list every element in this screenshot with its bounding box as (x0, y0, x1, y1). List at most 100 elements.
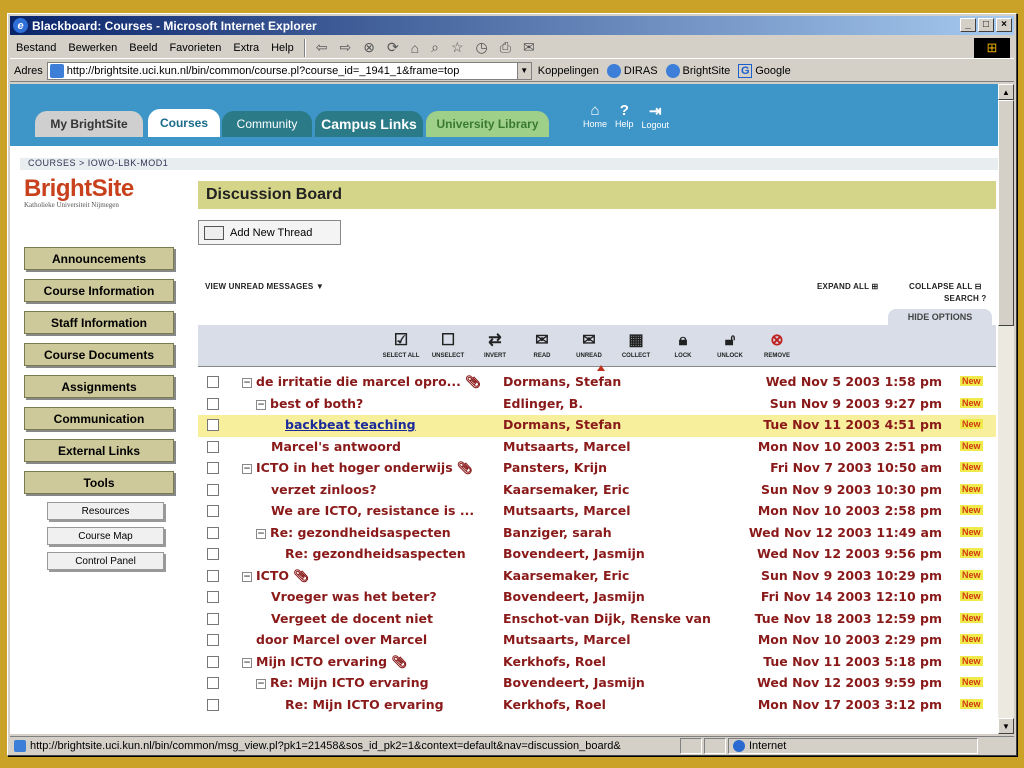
select-all-button[interactable]: ☑ SELECT ALL (381, 331, 421, 359)
row-checkbox[interactable] (207, 569, 219, 582)
scroll-up-icon[interactable]: ▲ (998, 84, 1014, 100)
menu-favorieten[interactable]: Favorieten (163, 42, 227, 54)
row-checkbox[interactable] (207, 483, 219, 496)
link-brightsite[interactable]: BrightSite (665, 63, 730, 78)
tool-control-panel[interactable]: Control Panel (47, 552, 164, 570)
close-button[interactable]: × (996, 18, 1012, 32)
nav-course-documents[interactable]: Course Documents (24, 343, 174, 366)
tab-courses[interactable]: Courses (148, 109, 220, 137)
collapse-all-link[interactable]: COLLAPSE ALL ⊟ (909, 282, 982, 291)
search-icon[interactable]: ⌕ (425, 39, 445, 56)
message-date: Tue Nov 18 2003 12:59 pm (754, 610, 942, 626)
nav-announcements[interactable]: Announcements (24, 247, 174, 270)
message-subject[interactable]: door Marcel over Marcel (256, 632, 427, 647)
history-icon[interactable]: ◷ (470, 39, 494, 56)
maximize-button[interactable]: □ (978, 18, 994, 32)
remove-icon: ⊗ (770, 332, 784, 349)
scroll-thumb[interactable] (998, 100, 1014, 326)
logout-link[interactable]: ⇥ Logout (642, 102, 670, 130)
brightsite-logo: BrightSite (24, 175, 134, 202)
message-subject[interactable]: verzet zinloos? (271, 482, 376, 497)
collapse-toggle-icon[interactable]: − (242, 378, 252, 388)
forward-icon[interactable]: ⇨ (333, 39, 357, 56)
view-unread-link[interactable]: VIEW UNREAD MESSAGES ▼ (205, 282, 324, 291)
row-checkbox[interactable] (207, 634, 219, 646)
unread-button[interactable]: ✉ UNREAD (569, 331, 609, 359)
tab-campus-links[interactable]: Campus Links (315, 111, 423, 137)
tool-resources[interactable]: Resources (47, 502, 164, 520)
stop-icon[interactable]: ⊗ (357, 39, 381, 56)
row-checkbox[interactable] (207, 677, 219, 689)
remove-button[interactable]: ⊗ REMOVE (757, 331, 797, 359)
message-subject[interactable]: Vergeet de docent niet (271, 611, 433, 626)
row-checkbox[interactable] (207, 655, 219, 668)
link-diras[interactable]: DIRAS (606, 63, 658, 78)
menu-beeld[interactable]: Beeld (123, 42, 163, 54)
mail-icon[interactable]: ✉ (517, 39, 541, 56)
minimize-button[interactable]: _ (960, 18, 976, 32)
nav-external-links[interactable]: External Links (24, 439, 174, 462)
hide-options-tab[interactable]: HIDE OPTIONS (888, 309, 992, 325)
refresh-icon[interactable]: ⟳ (381, 39, 405, 56)
row-checkbox[interactable] (207, 505, 219, 517)
message-subject[interactable]: Vroeger was het beter? (271, 589, 437, 604)
nav-communication[interactable]: Communication (24, 407, 174, 430)
tab-university-library[interactable]: University Library (426, 111, 549, 137)
row-checkbox[interactable] (207, 462, 219, 474)
menu-bewerken[interactable]: Bewerken (62, 42, 123, 54)
row-checkbox[interactable] (207, 548, 219, 560)
home-icon[interactable]: ⌂ (405, 40, 425, 56)
collapse-toggle-icon[interactable]: − (242, 571, 252, 582)
nav-assignments[interactable]: Assignments (24, 375, 174, 398)
vertical-scrollbar[interactable]: ▲ ▼ (998, 84, 1014, 734)
read-button[interactable]: ✉ READ (522, 331, 562, 359)
scroll-down-icon[interactable]: ▼ (998, 718, 1014, 734)
collapse-toggle-icon[interactable]: − (256, 399, 266, 410)
message-subject[interactable]: We are ICTO, resistance is ... (271, 503, 474, 518)
row-checkbox[interactable] (207, 591, 219, 603)
home-link[interactable]: ⌂ Home (583, 102, 607, 130)
menu-help[interactable]: Help (265, 42, 300, 54)
expand-all-link[interactable]: EXPAND ALL ⊞ (817, 282, 878, 291)
message-author: Mutsaarts, Marcel (503, 632, 631, 647)
add-thread-button[interactable]: Add New Thread (198, 220, 341, 245)
search-link[interactable]: SEARCH ? (944, 294, 987, 303)
breadcrumb[interactable]: COURSES > IOWO-LBK-MOD1 (28, 158, 168, 168)
link-google[interactable]: G Google (738, 63, 791, 78)
nav-staff-information[interactable]: Staff Information (24, 311, 174, 334)
row-checkbox[interactable] (207, 397, 219, 410)
menu-bestand[interactable]: Bestand (10, 42, 62, 54)
print-icon[interactable]: ⎙ (494, 39, 517, 56)
tool-course-map[interactable]: Course Map (47, 527, 164, 545)
unlock-button[interactable]: 🔓︎ UNLOCK (710, 331, 750, 359)
menu-extra[interactable]: Extra (227, 42, 265, 54)
row-checkbox[interactable] (207, 376, 219, 388)
message-subject[interactable]: Marcel's antwoord (271, 439, 401, 454)
plus-icon: ⊞ (871, 282, 879, 291)
help-link[interactable]: ? Help (615, 102, 634, 130)
collapse-toggle-icon[interactable]: − (256, 679, 266, 689)
address-input[interactable]: http://brightsite.uci.kun.nl/bin/common/… (46, 61, 532, 80)
row-checkbox[interactable] (207, 419, 219, 431)
favorites-icon[interactable]: ☆ (445, 39, 470, 56)
nav-tools[interactable]: Tools (24, 471, 174, 494)
back-icon[interactable]: ⇦ (310, 39, 334, 56)
tab-my-brightsite[interactable]: My BrightSite (35, 111, 143, 137)
row-checkbox[interactable] (207, 440, 219, 453)
row-checkbox[interactable] (207, 612, 219, 625)
collapse-toggle-icon[interactable]: − (242, 657, 252, 668)
collapse-toggle-icon[interactable]: − (256, 528, 266, 539)
tab-community[interactable]: Community (222, 111, 312, 137)
message-subject-link[interactable]: backbeat teaching (285, 417, 416, 432)
message-subject[interactable]: Re: Mijn ICTO ervaring (285, 697, 444, 712)
address-dropdown-icon[interactable]: ▼ (516, 62, 531, 79)
row-checkbox[interactable] (207, 698, 219, 711)
nav-course-information[interactable]: Course Information (24, 279, 174, 302)
message-subject[interactable]: Re: gezondheidsaspecten (285, 546, 466, 561)
invert-button[interactable]: ⇄ INVERT (475, 331, 515, 359)
lock-button[interactable]: 🔒︎ LOCK (663, 331, 703, 359)
row-checkbox[interactable] (207, 526, 219, 539)
unselect-button[interactable]: ☐ UNSELECT (428, 331, 468, 359)
collapse-toggle-icon[interactable]: − (242, 464, 252, 474)
collect-button[interactable]: ▦ COLLECT (616, 331, 656, 359)
